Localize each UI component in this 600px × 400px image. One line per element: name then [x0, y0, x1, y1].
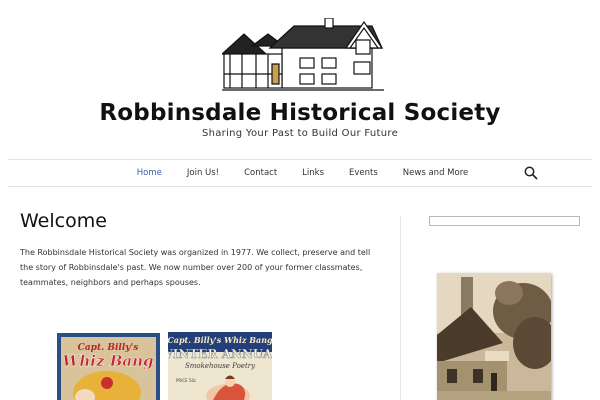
- main-navigation: Home Join Us! Contact Links Events News …: [8, 159, 592, 187]
- magazine-cover-whiz-bang[interactable]: Capt. Billy's Whiz Bang: [57, 333, 160, 400]
- page-title: Welcome: [20, 210, 107, 232]
- sidebar-divider: [400, 216, 401, 400]
- magazine-price: PRICE 50c: [176, 378, 196, 383]
- magazine-title-line2: Whiz Bang: [63, 352, 154, 370]
- nav-item-join-us[interactable]: Join Us!: [187, 168, 219, 178]
- nav-item-news-and-more[interactable]: News and More: [403, 168, 468, 178]
- nav-item-home[interactable]: Home: [137, 168, 162, 178]
- magazine-cover-art: Capt. Billy's Whiz Bang WINTER ANNUAL Sm…: [168, 332, 272, 400]
- nav-item-links[interactable]: Links: [302, 168, 324, 178]
- house-drawing-icon: [222, 18, 384, 91]
- magazine-title-line2: WINTER ANNUAL: [168, 347, 272, 361]
- magazine-title-line1: Capt. Billy's Whiz Bang: [168, 335, 272, 345]
- magazine-subtitle: Smokehouse Poetry: [185, 362, 256, 370]
- intro-paragraph: The Robbinsdale Historical Society was o…: [20, 248, 371, 287]
- search-icon[interactable]: [524, 166, 538, 180]
- site-tagline: Sharing Your Past to Build Our Future: [201, 128, 399, 139]
- sidebar-search-box[interactable]: [429, 216, 580, 226]
- magazine-cover-winter-annual[interactable]: Capt. Billy's Whiz Bang WINTER ANNUAL Sm…: [168, 332, 272, 400]
- main-content: Welcome The Robbinsdale Historical Socie…: [20, 210, 380, 290]
- site-title[interactable]: Robbinsdale Historical Society: [0, 100, 600, 126]
- historic-building-image: [437, 273, 551, 400]
- historic-building-photo[interactable]: [437, 273, 551, 400]
- nav-item-contact[interactable]: Contact: [244, 168, 277, 178]
- magazine-cover-art: Capt. Billy's Whiz Bang: [57, 333, 160, 400]
- nav-item-events[interactable]: Events: [349, 168, 378, 178]
